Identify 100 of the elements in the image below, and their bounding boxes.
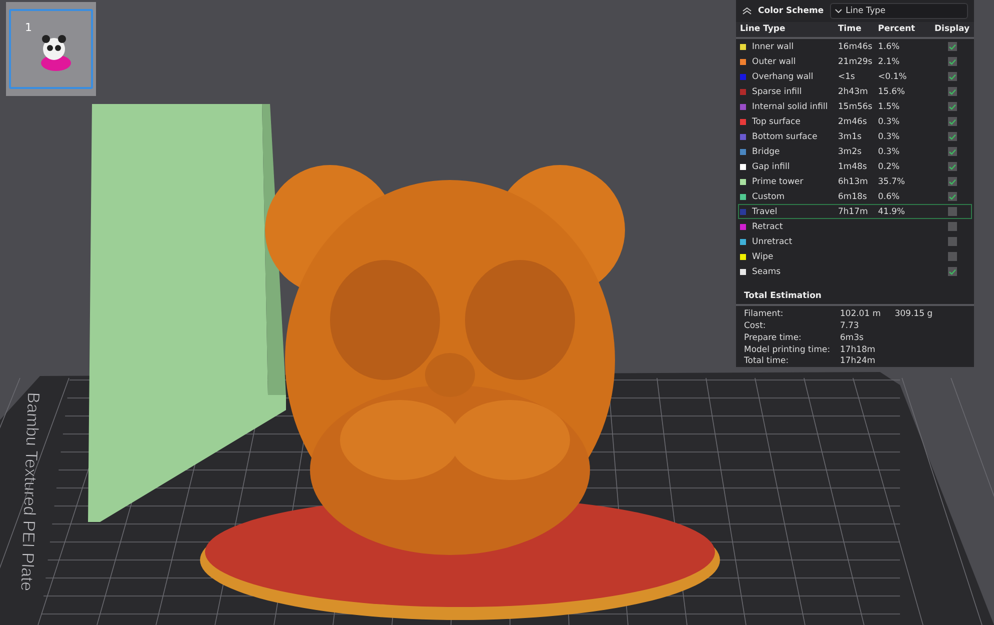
display-checkbox[interactable] (948, 207, 956, 216)
line-type-label: Wipe (740, 252, 838, 262)
time-cell-text: <1s (838, 72, 856, 82)
line-type-label: Bottom surface (740, 132, 838, 142)
estimate-value: 6m3s (840, 332, 864, 343)
column-header: Line Type (740, 23, 786, 36)
time-cell-text: 6h13m (838, 176, 869, 186)
legend-row[interactable]: Sparse infill 2h43m 15.6% (738, 84, 972, 99)
display-checkbox[interactable] (948, 267, 956, 276)
check-icon (948, 58, 956, 64)
percent-cell-text: 0.3% (878, 132, 901, 142)
check-icon (948, 268, 956, 274)
display-checkbox[interactable] (948, 117, 956, 126)
line-type-label: Prime tower (740, 176, 838, 186)
estimate-label: Total time: (744, 356, 790, 366)
estimate-value: 309.15 g (894, 309, 933, 320)
color-scheme-dropdown[interactable]: Line Type (830, 3, 968, 19)
legend-row[interactable]: Gap infill 1m48s 0.2% (738, 159, 972, 174)
bed-label: Bambu Textured PEI Plate (17, 392, 43, 592)
check-icon (948, 148, 956, 154)
legend-row[interactable]: Bridge 3m2s 0.3% (738, 144, 972, 159)
time-cell-text: 7h17m (838, 206, 869, 216)
check-icon (948, 194, 956, 200)
display-checkbox[interactable] (948, 87, 956, 96)
time-cell-text: 16m46s (838, 42, 874, 52)
line-type-label: Internal solid infill (740, 102, 838, 112)
total-estimation-title: Total Estimation (736, 279, 974, 306)
display-checkbox[interactable] (948, 177, 956, 186)
legend-row[interactable]: Overhang wall <1s <0.1% (738, 69, 972, 84)
line-type-label: Bridge (740, 146, 838, 156)
estimate-value: 102.01 m (840, 309, 881, 320)
legend-row[interactable]: Top surface 2m46s 0.3% (738, 114, 972, 129)
check-icon (948, 134, 956, 140)
display-checkbox[interactable] (948, 42, 956, 51)
percent-cell-text: 1.5% (878, 102, 901, 112)
time-cell-text: 1m48s (838, 162, 868, 172)
line-type-label: Overhang wall (740, 72, 838, 82)
legend-row[interactable]: Unretract (738, 234, 972, 249)
legend-row[interactable]: Wipe (738, 249, 972, 264)
legend-row[interactable]: Outer wall 21m29s 2.1% (738, 54, 972, 69)
line-type-label: Custom (740, 192, 838, 202)
time-cell-text: 3m2s (838, 146, 863, 156)
percent-cell-text: 15.6% (878, 86, 906, 96)
display-checkbox[interactable] (948, 72, 956, 81)
time-cell-text: 2h43m (838, 86, 869, 96)
display-checkbox[interactable] (948, 102, 956, 111)
check-icon (948, 74, 956, 80)
estimate-label: Prepare time: (744, 332, 802, 343)
column-header: Time (838, 23, 862, 36)
caret-icon (834, 9, 842, 13)
line-type-label: Seams (740, 266, 838, 276)
percent-cell-text: 0.3% (878, 116, 901, 126)
estimate-label: Model printing time: (744, 344, 832, 355)
percent-cell-text: 41.9% (878, 206, 906, 216)
check-icon (948, 178, 956, 184)
panda-model-icon (39, 33, 73, 73)
legend-row[interactable]: Bottom surface 3m1s 0.3% (738, 129, 972, 144)
column-header: Display (934, 23, 970, 36)
percent-cell-text: <0.1% (878, 72, 908, 82)
estimate-label: Filament: (744, 309, 784, 320)
legend-row[interactable]: Seams (738, 264, 972, 279)
line-type-label: Sparse infill (740, 86, 838, 96)
legend-row[interactable]: Custom 6m18s 0.6% (738, 189, 972, 204)
legend-row[interactable]: Prime tower 6h13m 35.7% (738, 174, 972, 189)
check-icon (948, 104, 956, 110)
legend-title: Color Scheme (758, 6, 824, 16)
estimate-value: 17h18m (840, 344, 876, 355)
display-checkbox[interactable] (948, 162, 956, 171)
legend-row[interactable]: Travel 7h17m 41.9% (738, 204, 972, 219)
estimate-label: Cost: (744, 321, 767, 332)
column-header: Percent (878, 23, 916, 36)
display-checkbox[interactable] (948, 147, 956, 156)
collapse-icon[interactable] (742, 7, 752, 15)
line-type-label: Top surface (740, 116, 838, 126)
display-checkbox[interactable] (948, 222, 956, 231)
plate-number: 1 (25, 21, 32, 34)
time-cell-text: 3m1s (838, 132, 863, 142)
line-type-label: Inner wall (740, 42, 838, 52)
time-cell-text: 15m56s (838, 102, 874, 112)
display-checkbox[interactable] (948, 57, 956, 66)
percent-cell-text: 0.6% (878, 192, 901, 202)
legend-row[interactable]: Inner wall 16m46s 1.6% (738, 39, 972, 54)
percent-cell-text: 35.7% (878, 176, 906, 186)
legend-row[interactable]: Retract (738, 219, 972, 234)
display-checkbox[interactable] (948, 192, 956, 201)
line-type-label: Outer wall (740, 56, 838, 66)
display-checkbox[interactable] (948, 132, 956, 141)
time-cell-text: 21m29s (838, 56, 874, 66)
legend-row[interactable]: Internal solid infill 15m56s 1.5% (738, 99, 972, 114)
time-cell-text: 2m46s (838, 116, 868, 126)
estimate-value: 7.73 (840, 321, 859, 332)
percent-cell-text: 1.6% (878, 42, 901, 52)
estimate-value: 17h24m (840, 356, 876, 366)
display-checkbox[interactable] (948, 252, 956, 261)
percent-cell-text: 0.3% (878, 146, 901, 156)
percent-cell-text: 0.2% (878, 162, 901, 172)
line-type-label: Travel (740, 206, 838, 216)
display-checkbox[interactable] (948, 237, 956, 246)
check-icon (948, 44, 956, 50)
line-type-label: Gap infill (740, 162, 838, 172)
